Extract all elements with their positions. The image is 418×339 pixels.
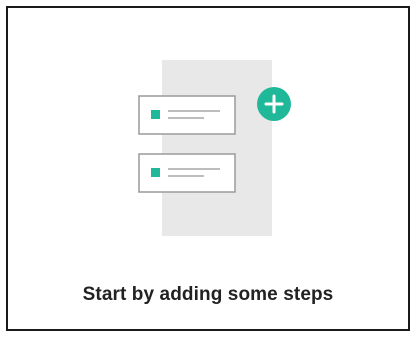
empty-steps-card: Start by adding some steps [6, 6, 410, 331]
empty-steps-illustration [138, 60, 291, 236]
step-placeholder-icon [151, 168, 160, 177]
steps-panel [162, 60, 272, 236]
step-placeholder-2 [138, 153, 236, 193]
empty-state-message: Start by adding some steps [82, 284, 334, 305]
add-step-icon[interactable] [257, 87, 291, 121]
step-placeholder-icon [151, 110, 160, 119]
step-placeholder-1 [138, 95, 236, 135]
